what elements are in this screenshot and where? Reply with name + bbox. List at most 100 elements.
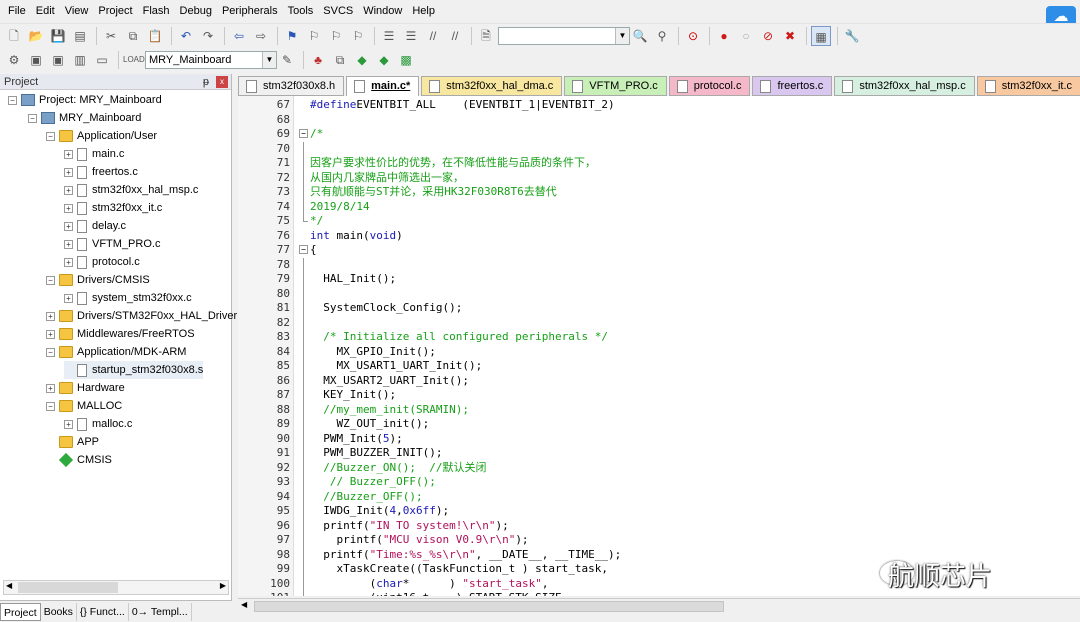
manage-components-icon[interactable]: ♣	[308, 50, 328, 70]
tree-item[interactable]: − MALLOC	[46, 397, 122, 415]
expand-icon[interactable]: +	[64, 149, 73, 159]
unindent-icon[interactable]: ☰	[401, 26, 421, 46]
tree-item[interactable]: − Drivers/CMSIS	[46, 271, 150, 289]
file-tab[interactable]: main.c*	[346, 76, 420, 96]
breakpoint-icon[interactable]: ●	[714, 26, 734, 46]
menu-edit[interactable]: Edit	[31, 0, 60, 23]
tree-item[interactable]: + stm32f0xx_it.c	[64, 199, 162, 217]
tree-item[interactable]: + delay.c	[64, 217, 126, 235]
collapse-icon[interactable]: −	[46, 131, 55, 141]
panel-tab-project[interactable]: Project	[0, 602, 41, 621]
copy-icon[interactable]: ⧉	[123, 26, 143, 46]
file-tab[interactable]: protocol.c	[668, 76, 751, 96]
file-tab[interactable]: stm32f0xx_hal_msp.c	[834, 76, 975, 96]
navigate-back-icon[interactable]: ⇦	[229, 26, 249, 46]
new-file-icon[interactable]: 🗋	[4, 26, 24, 46]
redo-icon[interactable]: ↷	[198, 26, 218, 46]
file-tab[interactable]: stm32f030x8.h	[238, 76, 345, 96]
save-all-icon[interactable]: ▤	[70, 26, 90, 46]
tree-item[interactable]: + Hardware	[46, 379, 125, 397]
menu-project[interactable]: Project	[93, 0, 137, 23]
next-bookmark-icon[interactable]: ⚐	[326, 26, 346, 46]
file-tab[interactable]: freertos.c	[752, 76, 833, 96]
menu-tools[interactable]: Tools	[283, 0, 319, 23]
tree-item[interactable]: APP	[46, 433, 99, 451]
tree-item[interactable]: − Project: MRY_Mainboard	[8, 91, 162, 109]
navigate-forward-icon[interactable]: ⇨	[251, 26, 271, 46]
expand-icon[interactable]: +	[64, 419, 73, 429]
disable-breakpoint-icon[interactable]: ⊘	[758, 26, 778, 46]
panel-tab-functions[interactable]: {} Funct...	[77, 602, 129, 621]
translate-icon[interactable]: ⚙	[4, 50, 24, 70]
file-tab[interactable]: stm32f0xx_it.c	[976, 76, 1080, 96]
target-select[interactable]: MRY_Mainboard ▼	[145, 51, 277, 69]
panel-tab-templates[interactable]: 0→ Templ...	[129, 602, 192, 621]
tree-item[interactable]: CMSIS	[46, 451, 112, 469]
download-icon[interactable]: LOAD	[123, 50, 145, 70]
debug-session-icon[interactable]: ⊙	[683, 26, 703, 46]
chevron-down-icon[interactable]: ▼	[262, 52, 276, 68]
pack-installer-icon[interactable]: ◆	[352, 50, 372, 70]
code-editor[interactable]: 67 68 69 70 71 72 73 74 75 76 77 78 79 80 81 82 83 84 85 86…	[238, 96, 1080, 596]
comment-icon[interactable]: //	[423, 26, 443, 46]
paste-icon[interactable]: 📋	[145, 26, 165, 46]
kill-breakpoints-icon[interactable]: ✖	[780, 26, 800, 46]
scrollbar-thumb[interactable]	[18, 582, 118, 593]
run-environment-icon[interactable]: ▩	[396, 50, 416, 70]
stop-build-icon[interactable]: ▭	[92, 50, 112, 70]
enable-breakpoint-icon[interactable]: ○	[736, 26, 756, 46]
build-icon[interactable]: ▣	[26, 50, 46, 70]
collapse-icon[interactable]: −	[46, 275, 55, 285]
editor-horizontal-scrollbar[interactable]: ◀	[238, 598, 1080, 614]
window-layout-icon[interactable]: ▦	[811, 25, 831, 46]
expand-icon[interactable]: +	[64, 293, 73, 303]
select-packs-icon[interactable]: ◆	[374, 50, 394, 70]
fold-toggle-icon[interactable]: −	[299, 129, 308, 138]
scroll-left-icon[interactable]: ◀	[241, 600, 247, 609]
indent-icon[interactable]: ☰	[379, 26, 399, 46]
expand-icon[interactable]: +	[46, 311, 55, 321]
file-tab[interactable]: VFTM_PRO.c	[564, 76, 667, 96]
panel-tab-books[interactable]: Books	[41, 602, 77, 621]
tree-item[interactable]: + stm32f0xx_hal_msp.c	[64, 181, 198, 199]
menu-file[interactable]: File	[3, 0, 31, 23]
open-folder-icon[interactable]: 📂	[26, 26, 46, 46]
uncomment-icon[interactable]: //	[445, 26, 465, 46]
bookmark-icon[interactable]: ⚑	[282, 26, 302, 46]
close-icon[interactable]: x	[216, 76, 228, 88]
collapse-icon[interactable]: −	[28, 113, 37, 123]
expand-icon[interactable]: +	[64, 167, 73, 177]
expand-icon[interactable]: +	[46, 383, 55, 393]
tree-horizontal-scrollbar[interactable]: ◀ ▶	[3, 580, 229, 595]
menu-debug[interactable]: Debug	[175, 0, 217, 23]
file-extensions-icon[interactable]: ⧉	[330, 50, 350, 70]
chevron-down-icon[interactable]: ▼	[615, 27, 629, 44]
tree-item[interactable]: startup_stm32f030x8.s	[64, 361, 204, 379]
undo-icon[interactable]: ↶	[176, 26, 196, 46]
tree-item[interactable]: − Application/User	[46, 127, 157, 145]
incremental-find-icon[interactable]: ⚲	[652, 26, 672, 46]
tree-item[interactable]: − Application/MDK-ARM	[46, 343, 186, 361]
tree-item[interactable]: + Drivers/STM32F0xx_HAL_Driver	[46, 307, 237, 325]
target-options-icon[interactable]: ✎	[277, 50, 297, 70]
tree-item[interactable]: + malloc.c	[64, 415, 132, 433]
expand-icon[interactable]: +	[64, 257, 73, 267]
configure-icon[interactable]: 🔧	[842, 26, 862, 46]
collapse-icon[interactable]: −	[46, 401, 55, 411]
scroll-right-icon[interactable]: ▶	[220, 581, 226, 590]
expand-icon[interactable]: +	[46, 329, 55, 339]
file-tab[interactable]: stm32f0xx_hal_dma.c	[421, 76, 563, 96]
find-combo[interactable]: ▼	[498, 26, 630, 45]
tree-item[interactable]: − MRY_Mainboard	[28, 109, 141, 127]
menu-help[interactable]: Help	[407, 0, 440, 23]
prev-bookmark-icon[interactable]: ⚐	[304, 26, 324, 46]
menu-peripherals[interactable]: Peripherals	[217, 0, 283, 23]
menu-window[interactable]: Window	[358, 0, 407, 23]
collapse-icon[interactable]: −	[46, 347, 55, 357]
clear-bookmarks-icon[interactable]: ⚐	[348, 26, 368, 46]
menu-flash[interactable]: Flash	[138, 0, 175, 23]
cut-icon[interactable]: ✂	[101, 26, 121, 46]
find-icon[interactable]: 🔍	[630, 26, 650, 46]
expand-icon[interactable]: +	[64, 221, 73, 231]
expand-icon[interactable]: +	[64, 185, 73, 195]
